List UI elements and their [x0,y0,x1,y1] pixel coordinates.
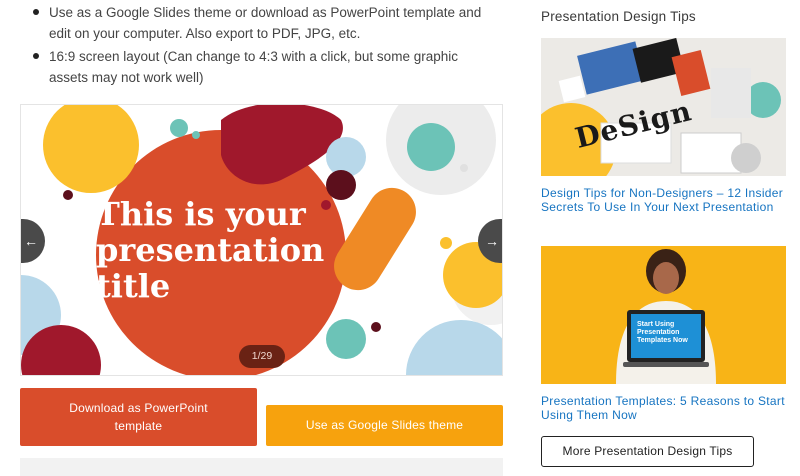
content-panel [20,458,503,476]
thumbnail-screen-text: Start Using Presentation Templates Now [637,321,688,344]
arrow-left-icon: ← [24,233,38,249]
slide-preview[interactable]: This is your presentation title ← → 1/29 [20,104,503,376]
post-link-design-tips[interactable]: Design Tips for Non-Designers – 12 Insid… [541,186,786,214]
sidebar-heading: Presentation Design Tips [541,9,696,24]
post-link-templates[interactable]: Presentation Templates: 5 Reasons to Sta… [541,394,786,422]
slide-counter: 1/29 [239,345,285,368]
use-google-slides-button[interactable]: Use as Google Slides theme [266,405,503,446]
download-powerpoint-button[interactable]: Download as PowerPoint template [20,388,257,446]
post-thumbnail-templates[interactable] [541,246,786,384]
slide-title: This is your presentation title [96,195,325,305]
feature-list: Use as a Google Slides theme or download… [30,2,500,90]
feature-item: Use as a Google Slides theme or download… [30,2,500,44]
more-design-tips-button[interactable]: More Presentation Design Tips [541,436,754,467]
arrow-right-icon: → [485,233,499,249]
feature-item: 16:9 screen layout (Can change to 4:3 wi… [30,46,500,88]
templates-thumbnail-art [541,246,786,384]
